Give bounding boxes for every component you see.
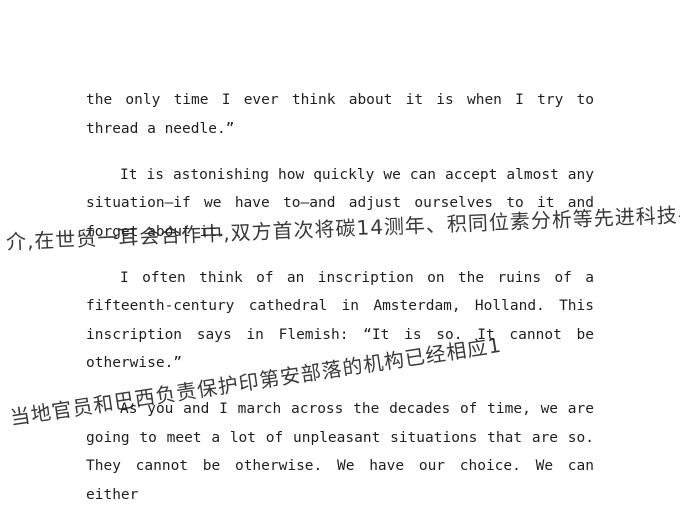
document-page: the only time I ever think about it is w… bbox=[0, 0, 680, 503]
paragraph-4: As you and I march across the decades of… bbox=[86, 401, 594, 503]
body-text: the only time I ever think about it is w… bbox=[86, 86, 594, 527]
paragraph-1: the only time I ever think about it is w… bbox=[86, 92, 594, 137]
